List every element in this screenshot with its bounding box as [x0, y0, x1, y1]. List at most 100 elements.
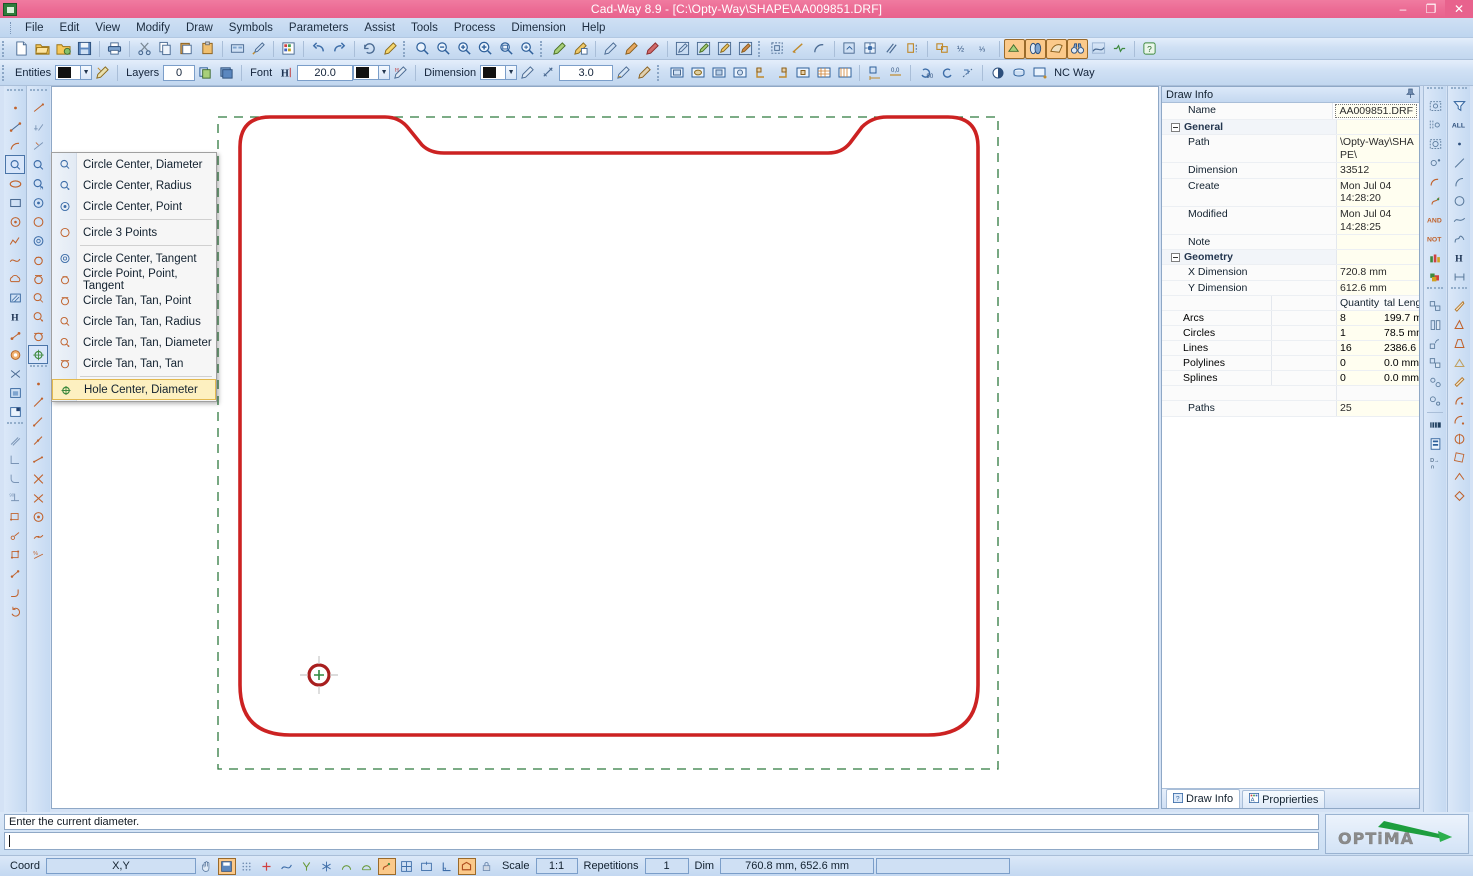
- maximize-button[interactable]: ❐: [1417, 0, 1445, 18]
- line-entity-icon[interactable]: [1449, 153, 1469, 172]
- ellipse-icon[interactable]: [5, 174, 25, 193]
- mirror-v-icon[interactable]: [987, 63, 1008, 83]
- minimize-button[interactable]: –: [1389, 0, 1417, 18]
- circle-center-diameter-icon[interactable]: [28, 155, 48, 174]
- point-node-icon[interactable]: [28, 374, 48, 393]
- tab-proprierties[interactable]: A Proprierties: [1242, 790, 1325, 808]
- and-filter-icon[interactable]: AND: [1425, 210, 1445, 229]
- info-value[interactable]: 612.6 mm: [1337, 281, 1419, 296]
- menu-dimension[interactable]: Dimension: [503, 19, 573, 37]
- mirror-active-icon[interactable]: [1025, 39, 1046, 59]
- menu-draw[interactable]: Draw: [178, 19, 221, 37]
- menu-parameters[interactable]: Parameters: [281, 19, 356, 37]
- extra-field[interactable]: [876, 858, 1010, 874]
- rectangle-icon[interactable]: [5, 193, 25, 212]
- join-icon[interactable]: [1449, 410, 1469, 429]
- arc-icon[interactable]: [5, 136, 25, 155]
- menu-item-circle-point-point-tangent[interactable]: Circle Point, Point, Tangent: [52, 269, 216, 290]
- line-seg-2-icon[interactable]: [28, 412, 48, 431]
- select-window-icon[interactable]: [1425, 96, 1445, 115]
- shape-active-icon[interactable]: [1046, 39, 1067, 59]
- arc-measure-icon[interactable]: [809, 39, 830, 59]
- array-icon[interactable]: [932, 39, 953, 59]
- chamfer-2-icon[interactable]: [1449, 353, 1469, 372]
- info-section-general[interactable]: General: [1162, 120, 1419, 135]
- filter-funnel-icon[interactable]: [1449, 96, 1469, 115]
- nest-grid-2-icon[interactable]: [834, 63, 855, 83]
- layers-input[interactable]: 0: [163, 65, 195, 81]
- save-icon[interactable]: [74, 39, 95, 59]
- measure-icon[interactable]: [788, 39, 809, 59]
- snap-grid-icon[interactable]: [238, 858, 256, 875]
- info-value[interactable]: [1337, 235, 1419, 249]
- arc-entity-icon[interactable]: [1449, 172, 1469, 191]
- curve-entity-icon[interactable]: [1449, 229, 1469, 248]
- font-size-input[interactable]: 20.0: [297, 65, 353, 81]
- info-value[interactable]: 720.8 mm: [1337, 265, 1419, 280]
- line-seg-4-icon[interactable]: [28, 450, 48, 469]
- pen-box-a-icon[interactable]: [672, 39, 693, 59]
- dimension-size-input[interactable]: 3.0: [559, 65, 613, 81]
- help-question-icon[interactable]: ?: [1139, 39, 1160, 59]
- grid-select-icon[interactable]: [767, 39, 788, 59]
- nest-grid-icon[interactable]: [813, 63, 834, 83]
- rotate-object-icon[interactable]: [5, 602, 25, 621]
- info-value[interactable]: Mon Jul 04 14:28:20: [1337, 179, 1419, 206]
- dim-entity-icon[interactable]: [1449, 267, 1469, 286]
- left-toolbar-grip-3[interactable]: [30, 89, 47, 96]
- chamfer-icon[interactable]: [5, 450, 25, 469]
- view-1-icon[interactable]: [666, 63, 687, 83]
- zoom-minus-icon[interactable]: [433, 39, 454, 59]
- menu-item-circle-center-radius[interactable]: Circle Center, Radius: [52, 175, 216, 196]
- dimension-color-dropdown[interactable]: ▼: [506, 65, 517, 80]
- menu-assist[interactable]: Assist: [356, 19, 403, 37]
- part-center-icon[interactable]: [792, 63, 813, 83]
- line-seg-3-icon[interactable]: [28, 431, 48, 450]
- new-file-icon[interactable]: [11, 39, 32, 59]
- snap-midpoint-icon[interactable]: [278, 858, 296, 875]
- pen-box-b-icon[interactable]: [693, 39, 714, 59]
- cloud-icon[interactable]: [5, 269, 25, 288]
- move-shape-icon[interactable]: [1425, 353, 1445, 372]
- right-toolbar-grip-1[interactable]: [1427, 87, 1443, 94]
- menu-edit[interactable]: Edit: [52, 19, 88, 37]
- dimension-pen-icon[interactable]: [517, 63, 538, 83]
- mirror-shape-icon[interactable]: [902, 39, 923, 59]
- font-color-dropdown[interactable]: ▼: [379, 65, 390, 80]
- angled-line-icon[interactable]: [5, 564, 25, 583]
- left-toolbar-grip-2[interactable]: [7, 422, 23, 429]
- info-value[interactable]: 33512: [1337, 163, 1419, 178]
- info-section-geometry[interactable]: Geometry: [1162, 250, 1419, 265]
- rotate-view-icon[interactable]: [839, 39, 860, 59]
- scale-shape-icon[interactable]: [1425, 391, 1445, 410]
- collapse-icon[interactable]: [1171, 123, 1180, 132]
- copy-icon[interactable]: [155, 39, 176, 59]
- mirror-shape-icon[interactable]: [1425, 315, 1445, 334]
- perp-line-icon[interactable]: 90: [5, 488, 25, 507]
- entities-color-dropdown[interactable]: ▼: [81, 65, 92, 80]
- circle-3points-icon[interactable]: [28, 212, 48, 231]
- print-icon[interactable]: [104, 39, 125, 59]
- repetitions-field[interactable]: 1: [645, 858, 689, 874]
- cross-x-icon[interactable]: [28, 469, 48, 488]
- block-insert-icon[interactable]: [5, 383, 25, 402]
- zoom-all-icon[interactable]: [517, 39, 538, 59]
- layers-color-icon[interactable]: [1425, 248, 1445, 267]
- circle-center-diameter-icon[interactable]: [5, 155, 25, 174]
- snap-center-icon[interactable]: [338, 858, 356, 875]
- line-free-icon[interactable]: [28, 98, 48, 117]
- collapse-icon[interactable]: [1171, 253, 1180, 262]
- pen-a-icon[interactable]: [600, 39, 621, 59]
- point-entity-icon[interactable]: [1449, 134, 1469, 153]
- command-input[interactable]: [4, 832, 1319, 850]
- pen-b-icon[interactable]: [621, 39, 642, 59]
- info-value[interactable]: 25: [1337, 401, 1419, 416]
- line-2point-icon[interactable]: [5, 117, 25, 136]
- menu-item-hole-center-diameter[interactable]: Hole Center, Diameter: [52, 379, 216, 400]
- menu-item-circle-tan-tan-diameter[interactable]: Circle Tan, Tan, Diameter: [52, 332, 216, 353]
- break-icon[interactable]: [1449, 334, 1469, 353]
- layers-manage-icon[interactable]: [216, 63, 237, 83]
- toolbar-grip-2[interactable]: [403, 41, 410, 57]
- layers-copy-icon[interactable]: [195, 63, 216, 83]
- right-toolbar-grip-2[interactable]: [1427, 287, 1443, 294]
